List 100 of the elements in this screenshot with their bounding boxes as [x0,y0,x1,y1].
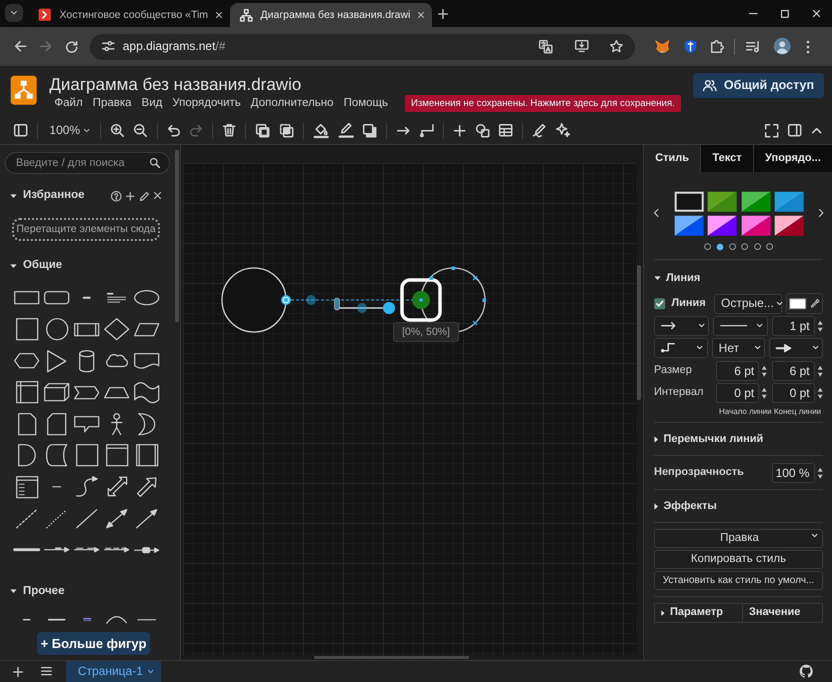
zoom-in-icon[interactable] [111,124,124,137]
close-icon[interactable] [812,10,820,18]
maximize-icon[interactable] [781,10,789,18]
bend-handle-icon[interactable] [357,303,367,313]
arrow-with-knob-icon[interactable] [134,546,160,553]
tune-icon[interactable] [102,41,115,52]
rectangle-shape-icon[interactable] [14,291,40,304]
labeled-arrow-icon[interactable] [44,547,70,552]
section-header[interactable]: Прочее [5,584,64,598]
waypoint-style-select[interactable] [654,338,708,358]
triangle-shape-icon[interactable] [47,350,67,372]
share-button[interactable]: Общий доступ [693,73,824,98]
zoom-select[interactable]: 100% [43,123,96,138]
diagram-canvas[interactable]: [0%, 50%] [183,163,636,655]
stick-figure-icon[interactable] [111,412,123,435]
stacked-squares-icon[interactable] [280,124,294,138]
menu-item[interactable]: Файл [49,95,88,112]
size-field[interactable]: 6 pt [772,361,815,381]
style-swatch-icon[interactable] [674,191,704,212]
search-icon[interactable] [150,158,160,168]
labeled-arrow-icon[interactable] [104,547,130,552]
caret-up-icon[interactable] [812,128,821,134]
help-icon[interactable] [110,190,122,202]
pen-icon[interactable] [533,124,546,138]
checkbox[interactable] [654,298,666,310]
tape-shape-icon[interactable] [134,382,160,403]
line-shape-icon[interactable] [76,508,98,528]
container-shape-icon[interactable] [106,444,128,466]
plus-icon[interactable] [454,124,466,136]
cylinder-shape-icon[interactable] [79,350,95,372]
menu-item[interactable]: Помощь [338,95,393,112]
plus-icon[interactable] [13,666,23,676]
internal-storage-shape-icon[interactable] [16,381,38,404]
line-end-select[interactable] [769,338,824,358]
install-icon[interactable] [574,40,588,53]
section-header[interactable]: Перемычки линий [654,433,764,446]
tab-list-button[interactable] [5,4,23,22]
address-bar[interactable]: app.diagrams.net/# [90,34,636,60]
menu-icon[interactable] [40,667,52,676]
caret-right-icon[interactable] [818,209,823,217]
page-dot-icon[interactable] [741,243,749,250]
rounded-rectangle-shape-icon[interactable] [44,291,70,304]
star-icon[interactable] [610,40,624,53]
document-title[interactable]: Диаграмма без названия.drawio [49,75,302,95]
close-icon[interactable] [216,12,222,18]
section-header[interactable]: Общие [5,259,62,273]
square-shape-icon[interactable] [16,318,38,340]
line-width-field[interactable]: 1 pt [772,316,815,336]
half-circle-shape-icon[interactable] [18,444,36,466]
endpoint-handle-icon[interactable] [281,295,291,305]
section-header[interactable]: Линия [654,272,700,285]
card-shape-icon[interactable] [47,412,67,435]
double-arrow-shape-icon[interactable] [106,508,128,528]
style-swatch-icon[interactable] [707,215,738,236]
crescent-shape-icon[interactable] [138,412,156,435]
trapezoid-shape-icon[interactable] [104,386,130,398]
scrollbar[interactable] [314,656,469,659]
elbow-connector-icon[interactable] [420,124,434,138]
shield-icon[interactable] [684,39,697,54]
puzzle-icon[interactable] [710,40,724,53]
panel-tab[interactable]: Упорядо... [752,145,832,172]
opacity-field[interactable]: 100 % [772,463,815,483]
diagram-logo-icon[interactable] [10,75,38,106]
sidebar-icon[interactable] [14,124,28,137]
spacing-field[interactable]: 0 pt [772,383,815,403]
bend-handle-icon[interactable] [306,295,316,305]
avatar-icon[interactable] [773,37,792,56]
unsaved-changes-banner[interactable]: Изменения не сохранены. Нажмите здесь для сохранения. [404,95,681,112]
text-line-icon[interactable] [137,618,157,620]
list-shape-icon[interactable] [16,476,38,498]
dashed-line-shape-icon[interactable] [16,508,38,528]
arrow-style-select[interactable] [654,316,709,336]
style-swatch-icon[interactable] [707,191,738,212]
square-frame-shape-icon[interactable] [76,444,98,466]
section-header[interactable]: Избранное [5,189,85,203]
text-line-icon[interactable] [83,297,91,298]
parallelogram-shape-icon[interactable] [134,322,160,336]
more-shapes-button[interactable]: + Больше фигур [37,632,150,655]
arc-icon[interactable] [106,616,128,624]
line-jump-select[interactable]: Нет [712,338,766,358]
arrow-shape-icon[interactable] [136,508,158,528]
minimize-icon[interactable] [748,12,758,14]
browser-tab[interactable]: Хостинговое сообщество «Tim [28,3,230,27]
diamond-shape-icon[interactable] [104,318,130,340]
caret-left-icon[interactable] [654,209,658,217]
pencil-icon[interactable] [140,192,149,200]
cube-shape-icon[interactable] [44,383,70,402]
line-color-button[interactable] [786,293,823,314]
circle-shape-icon[interactable] [46,318,68,340]
panel-tab[interactable]: Текст [700,145,753,172]
close-icon[interactable] [418,12,424,18]
hexagon-shape-icon[interactable] [14,353,40,368]
page-dot-icon[interactable] [754,243,761,250]
more-menu-icon[interactable] [806,40,810,54]
zoom-out-icon[interactable] [134,124,148,137]
line-style-select[interactable]: Острые... [714,294,782,314]
undo-icon[interactable] [168,124,180,136]
stacked-squares-icon[interactable] [256,124,270,138]
reload-icon[interactable] [66,40,78,52]
cloud-shape-icon[interactable] [106,354,128,368]
